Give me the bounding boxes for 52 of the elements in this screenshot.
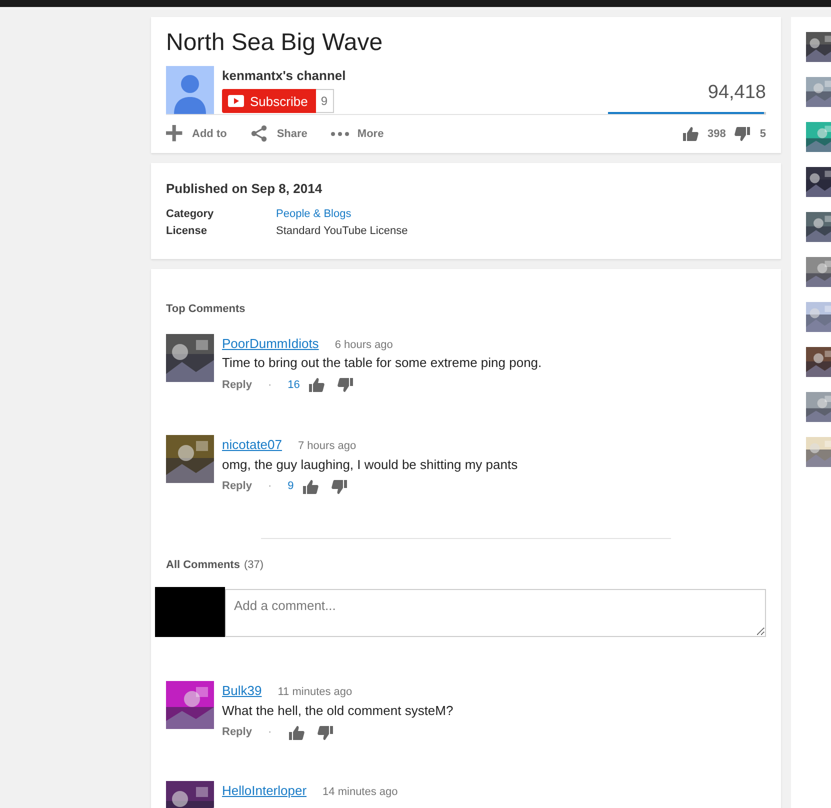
subscriber-count: 9 (316, 89, 334, 114)
comment-time: 7 hours ago (298, 439, 356, 454)
like-button[interactable]: 398 (682, 126, 726, 142)
author-link[interactable]: Bulk39 (222, 681, 262, 701)
author-link[interactable]: HelloInterloper (222, 780, 307, 800)
user-avatar (155, 587, 225, 638)
thumbs-up-icon (682, 126, 700, 142)
subscribe-button[interactable]: Subscribe (222, 89, 316, 114)
publish-date: Published on Sep 8, 2014 (166, 180, 324, 198)
comment-text: What the hell, the old comment systeM? (222, 702, 454, 720)
comment-time: 14 minutes ago (322, 784, 398, 800)
comment-count: (37) (244, 558, 264, 573)
thumbs-down-icon[interactable] (316, 724, 334, 741)
comment-text: omg, the guy laughing, I would be shitting my pants (222, 456, 518, 474)
reply-button[interactable]: Reply (222, 724, 252, 741)
comment-field[interactable]: Add a comment... (225, 589, 766, 638)
detail-value: Standard YouTube License (276, 224, 408, 239)
section-heading: Top Comments (166, 302, 246, 318)
view-count: 94,418 (708, 81, 766, 106)
reply-button[interactable]: Reply (222, 478, 252, 495)
play-icon (228, 95, 244, 108)
share-button[interactable]: Share (250, 125, 308, 142)
thumbs-down-icon[interactable] (330, 478, 348, 495)
video-title: North Sea Big Wave (166, 28, 384, 58)
detail-label: License (166, 224, 208, 239)
thumbs-up-icon[interactable] (302, 478, 319, 495)
thumbs-down-icon (734, 126, 752, 142)
add-button[interactable]: Add to (166, 125, 227, 142)
thumbs-down-icon[interactable] (336, 377, 354, 394)
dislike-button[interactable]: 5 (734, 126, 766, 142)
comment-time: 6 hours ago (334, 338, 393, 353)
plus-icon (166, 125, 184, 142)
category-link[interactable]: People & Blogs (276, 206, 352, 223)
author-link[interactable]: PoorDummIdiots (222, 334, 319, 354)
thumbs-up-icon[interactable] (288, 724, 305, 741)
more-button[interactable]: More (331, 126, 384, 142)
comment-time: 11 minutes ago (278, 685, 352, 700)
avatar-icon (166, 66, 214, 114)
more-icon (331, 132, 350, 136)
section-heading: All Comments (166, 558, 240, 573)
like-count: 9 (288, 479, 294, 494)
separator-dot: · (268, 479, 272, 494)
comment-text: Time to bring out the table for some extreme ping pong. (222, 354, 542, 372)
thumbs-up-icon[interactable] (308, 377, 325, 394)
detail-label: Category (166, 207, 215, 222)
separator-dot: · (268, 725, 272, 740)
reply-button[interactable]: Reply (222, 376, 252, 394)
separator-dot: · (268, 378, 272, 393)
like-count: 16 (288, 378, 300, 393)
share-icon (250, 125, 269, 142)
channel-name[interactable]: kenmantx's channel (222, 66, 346, 86)
author-link[interactable]: nicotate07 (222, 435, 282, 455)
